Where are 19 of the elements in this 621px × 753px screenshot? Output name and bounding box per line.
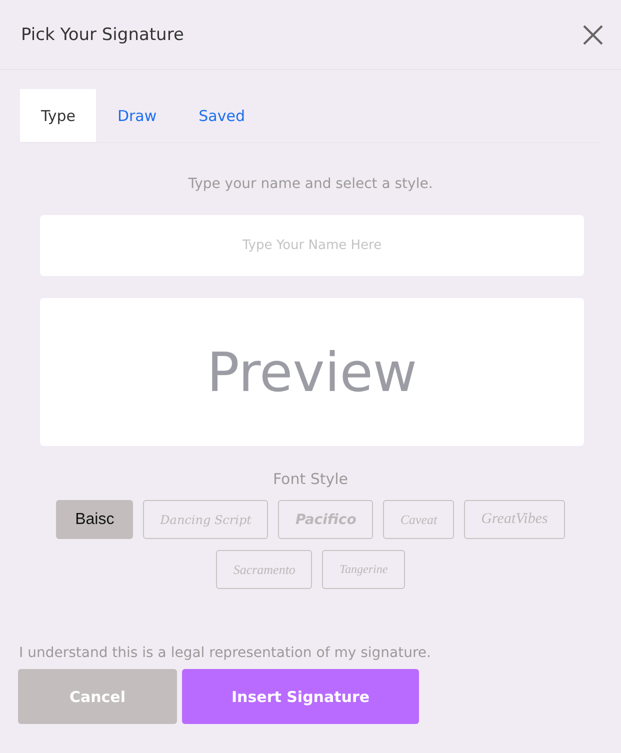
insert-button[interactable]: Insert Signature [182, 669, 419, 724]
name-input-field[interactable]: Type Your Name Here [40, 215, 584, 276]
close-icon[interactable] [581, 22, 605, 46]
cancel-button[interactable]: Cancel [18, 669, 177, 724]
tab[interactable]: Type [20, 89, 96, 142]
font-style-option[interactable]: Tangerine [322, 550, 405, 589]
font-style-label: Font Style [272, 470, 350, 488]
instruction-text: Type your name and select a style. [187, 176, 434, 192]
dialog-title: Pick Your Signature [21, 24, 184, 44]
font-style-option[interactable]: Sacramento [216, 550, 312, 589]
font-style-option[interactable]: Pacifico [278, 500, 374, 539]
font-style-option[interactable]: Baisc [56, 500, 134, 539]
font-style-option[interactable]: Caveat [383, 500, 454, 539]
font-style-option[interactable]: GreatVibes [464, 500, 565, 539]
font-style-option[interactable]: Dancing Script [143, 500, 268, 539]
tab[interactable]: Saved [178, 89, 266, 142]
legal-note: I understand this is a legal representation of my signature. [19, 645, 432, 661]
tab[interactable]: Draw [96, 89, 178, 142]
preview-text: Preview [206, 340, 418, 404]
